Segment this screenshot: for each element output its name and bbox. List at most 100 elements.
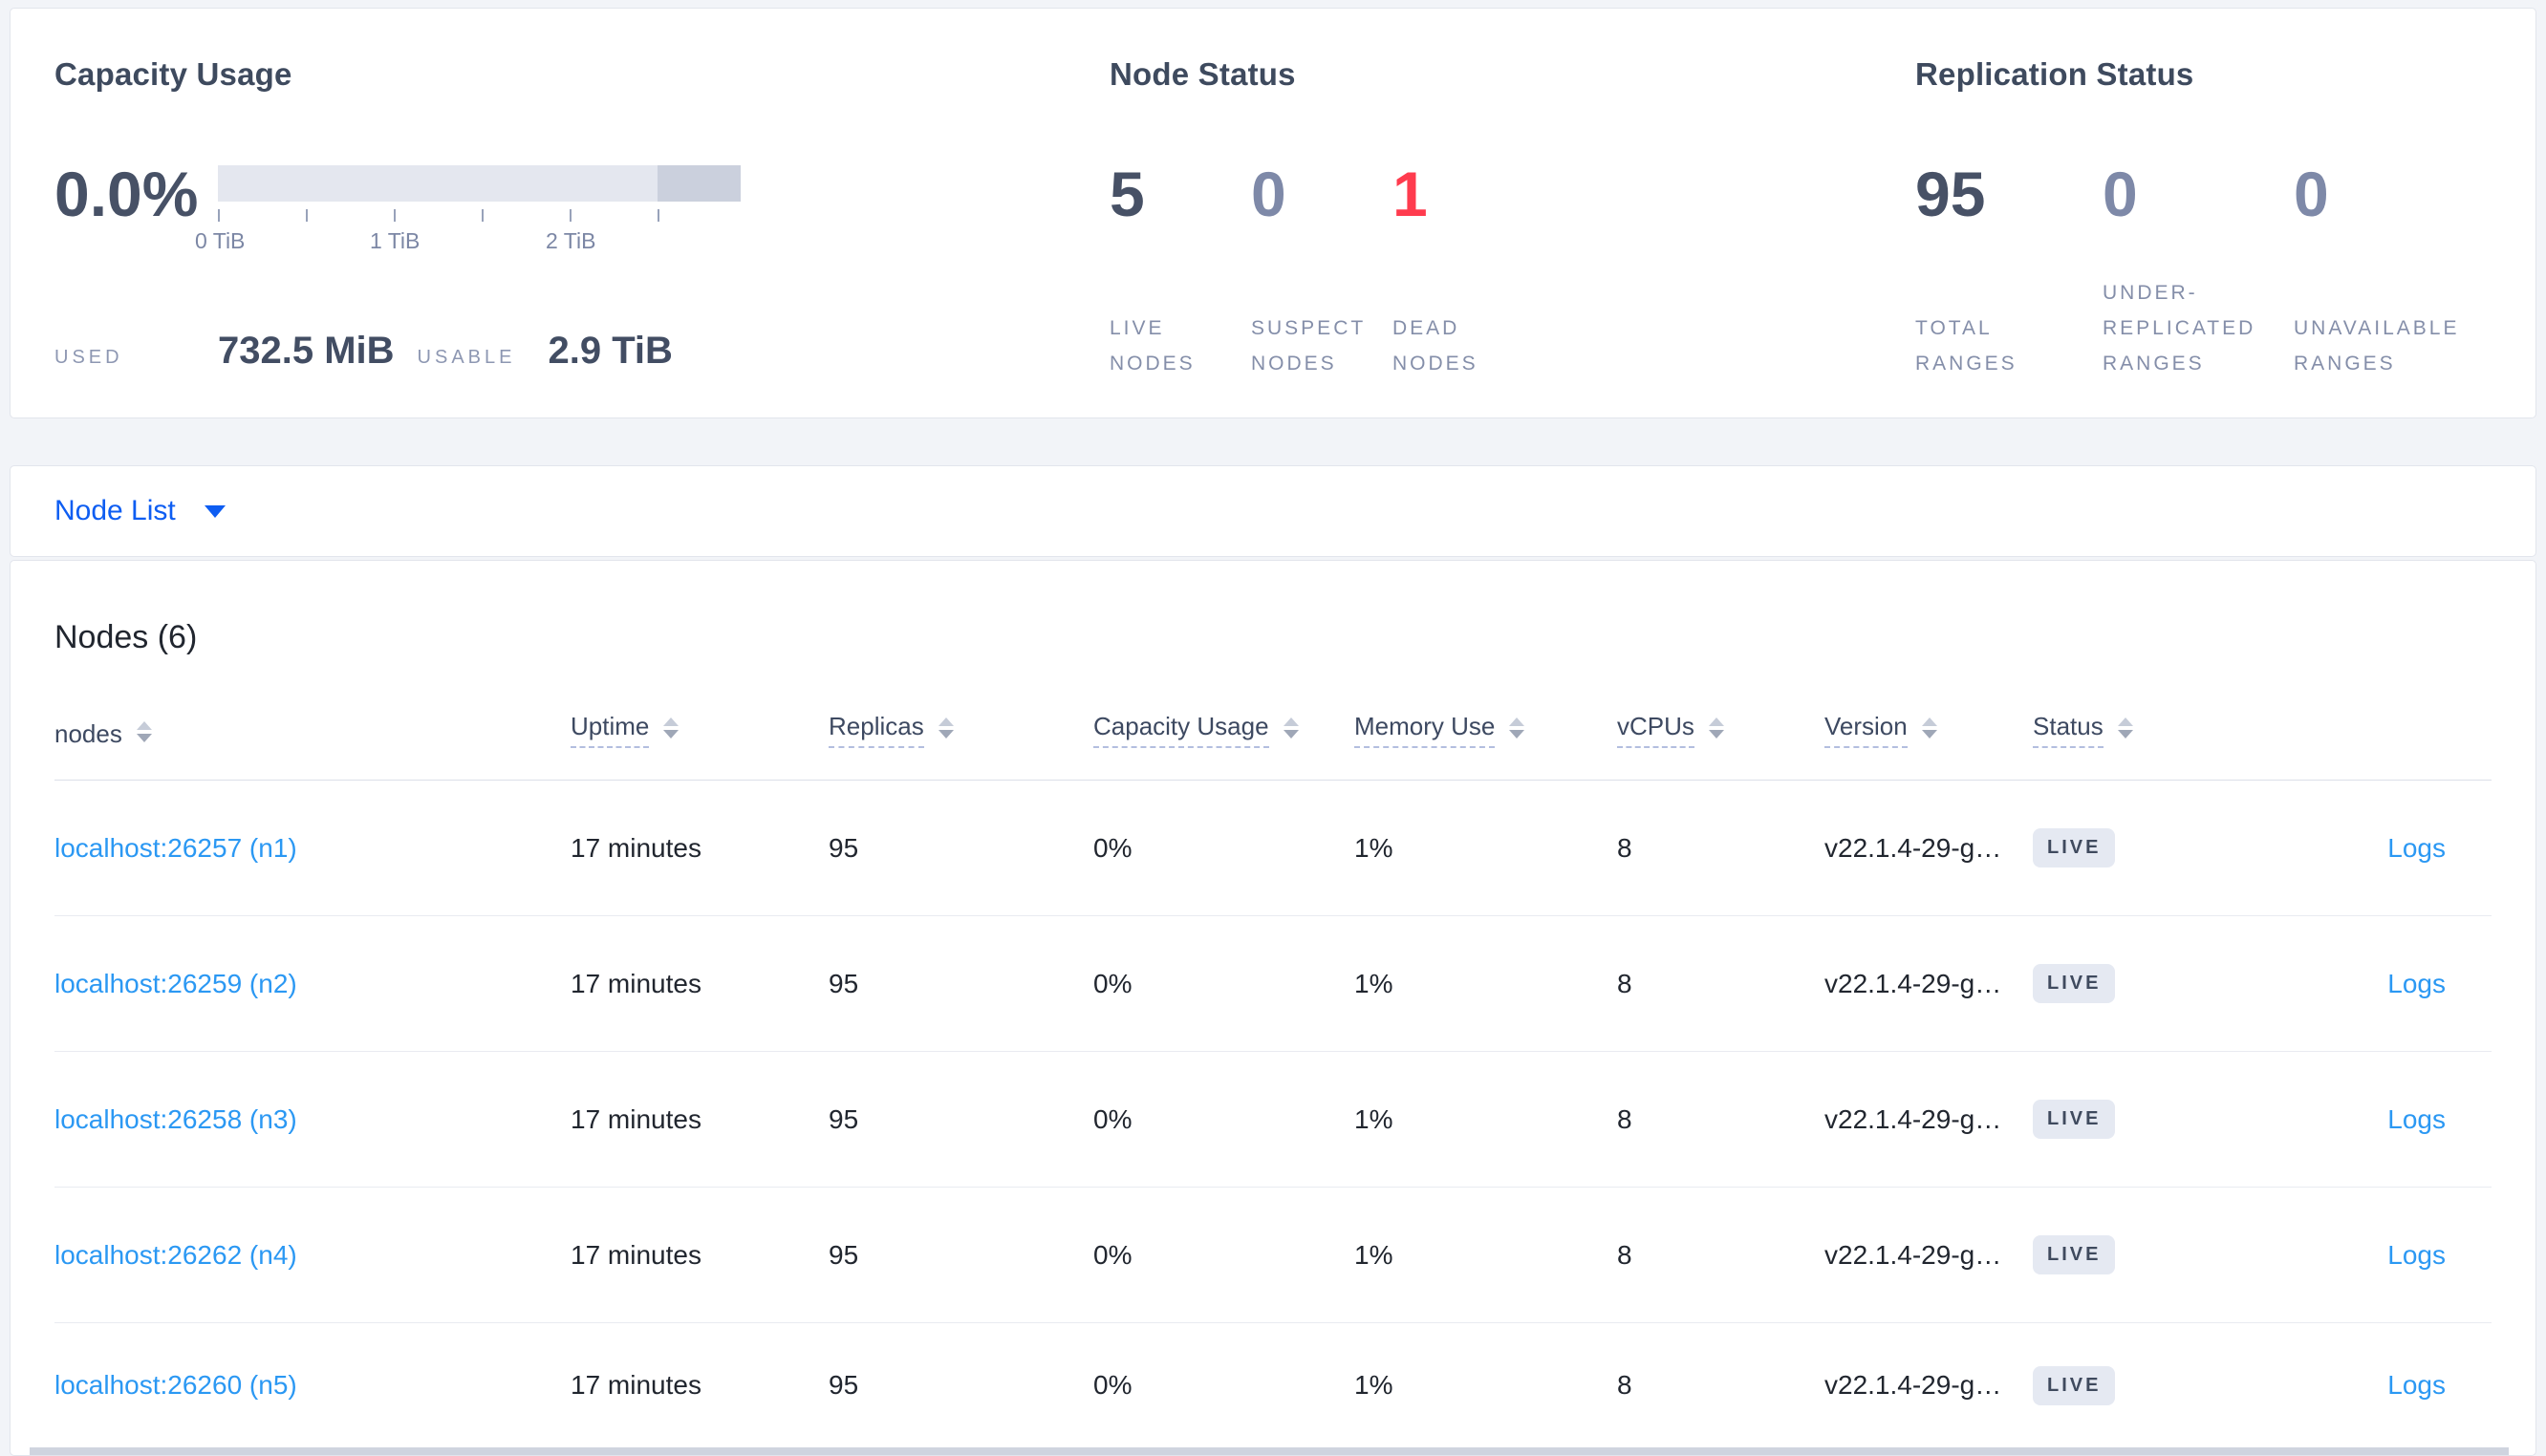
unavailable-ranges-stat: 0 UNAVAILABLE RANGES — [2294, 161, 2494, 381]
status-badge: LIVE — [2033, 1365, 2116, 1405]
vcpus-cell: 8 — [1617, 1370, 1632, 1400]
live-nodes-value: 5 — [1110, 159, 1145, 229]
capacity-cell: 0% — [1093, 1239, 1133, 1270]
vcpus-cell: 8 — [1617, 1239, 1632, 1270]
replication-status-section: Replication Status 95 TOTAL RANGES 0 UND… — [1915, 9, 2508, 418]
nodes-table-card: Nodes (6) nodes Uptime Replicas Capacity… — [10, 560, 2536, 1456]
live-nodes-stat: 5 LIVE NODES — [1110, 161, 1251, 381]
capacity-axis-labels: 0 TiB 1 TiB 2 TiB — [195, 228, 741, 257]
capacity-usage-title: Capacity Usage — [54, 56, 292, 92]
under-replicated-ranges-stat: 0 UNDER-REPLICATED RANGES — [2103, 161, 2294, 381]
total-ranges-label: TOTAL RANGES — [1915, 317, 2017, 375]
node-status-section: Node Status 5 LIVE NODES 0 SUSPECT NODES… — [1110, 9, 1702, 418]
logs-link[interactable]: Logs — [2387, 969, 2446, 998]
sort-icon — [1708, 717, 1724, 739]
total-ranges-value: 95 — [1915, 159, 1986, 229]
sort-icon — [136, 721, 152, 742]
column-header-memory-use[interactable]: Memory Use — [1354, 712, 1617, 748]
node-list-dropdown[interactable]: Node List — [54, 495, 226, 527]
node-link[interactable]: localhost:26257 (n1) — [54, 833, 297, 863]
column-header-nodes[interactable]: nodes — [54, 719, 571, 748]
sort-icon — [663, 717, 680, 739]
memory-cell: 1% — [1354, 968, 1393, 998]
uptime-cell: 17 minutes — [571, 832, 701, 863]
node-link[interactable]: localhost:26258 (n3) — [54, 1104, 297, 1134]
nodes-heading: Nodes (6) — [54, 619, 198, 655]
sort-icon — [1283, 717, 1299, 739]
capacity-cell: 0% — [1093, 832, 1133, 863]
logs-link[interactable]: Logs — [2387, 833, 2446, 863]
status-badge: LIVE — [2033, 964, 2116, 1003]
unavailable-ranges-label: UNAVAILABLE RANGES — [2294, 317, 2460, 375]
node-link[interactable]: localhost:26259 (n2) — [54, 969, 297, 998]
column-header-uptime[interactable]: Uptime — [571, 712, 829, 748]
node-status-title: Node Status — [1110, 56, 1296, 92]
status-badge: LIVE — [2033, 1235, 2116, 1274]
usable-label: USABLE — [417, 347, 516, 368]
capacity-percent-value: 0.0% — [54, 159, 199, 229]
under-replicated-ranges-label: UNDER-REPLICATED RANGES — [2103, 282, 2256, 375]
status-badge: LIVE — [2033, 1100, 2116, 1139]
version-cell: v22.1.4-29-g… — [1824, 1370, 2002, 1400]
column-header-replicas[interactable]: Replicas — [829, 712, 1093, 748]
node-list-dropdown-label: Node List — [54, 495, 176, 526]
vcpus-cell: 8 — [1617, 1103, 1632, 1134]
suspect-nodes-value: 0 — [1251, 159, 1286, 229]
sort-icon — [2117, 717, 2133, 739]
used-label: USED — [54, 347, 123, 368]
version-cell: v22.1.4-29-g… — [1824, 968, 2002, 998]
capacity-bar-reserved-segment — [658, 165, 741, 202]
replicas-cell: 95 — [829, 1239, 859, 1270]
version-cell: v22.1.4-29-g… — [1824, 1239, 2002, 1270]
capacity-usage-section: Capacity Usage 0.0% 0 TiB 1 TiB 2 TiB US… — [54, 9, 915, 418]
logs-link[interactable]: Logs — [2387, 1370, 2446, 1400]
total-ranges-stat: 95 TOTAL RANGES — [1915, 161, 2103, 381]
cluster-overview-page: Capacity Usage 0.0% 0 TiB 1 TiB 2 TiB US… — [0, 0, 2546, 1456]
replicas-cell: 95 — [829, 832, 859, 863]
vcpus-cell: 8 — [1617, 968, 1632, 998]
axis-label-1tib: 1 TiB — [369, 228, 421, 253]
column-header-status[interactable]: Status — [2033, 712, 2276, 748]
capacity-usage-values: USED 732.5 MiB USABLE 2.9 TiB — [54, 330, 673, 373]
memory-cell: 1% — [1354, 1239, 1393, 1270]
uptime-cell: 17 minutes — [571, 1239, 701, 1270]
logs-link[interactable]: Logs — [2387, 1104, 2446, 1134]
chevron-down-icon — [204, 504, 226, 518]
replicas-cell: 95 — [829, 1370, 859, 1400]
table-row: localhost:26258 (n3) 17 minutes 95 0% 1%… — [54, 1052, 2492, 1188]
column-header-capacity-usage[interactable]: Capacity Usage — [1093, 712, 1354, 748]
dead-nodes-value: 1 — [1392, 159, 1428, 229]
usable-value: 2.9 TiB — [548, 330, 673, 372]
dead-nodes-label: DEAD NODES — [1392, 317, 1478, 375]
capacity-cell: 0% — [1093, 1370, 1133, 1400]
column-header-vcpus[interactable]: vCPUs — [1617, 712, 1824, 748]
logs-link[interactable]: Logs — [2387, 1240, 2446, 1270]
capacity-cell: 0% — [1093, 968, 1133, 998]
memory-cell: 1% — [1354, 1370, 1393, 1400]
live-nodes-label: LIVE NODES — [1110, 317, 1196, 375]
capacity-gauge: 0.0% 0 TiB 1 TiB 2 TiB — [54, 161, 741, 257]
status-badge: LIVE — [2033, 828, 2116, 867]
under-replicated-ranges-value: 0 — [2103, 159, 2138, 229]
table-row: localhost:26262 (n4) 17 minutes 95 0% 1%… — [54, 1188, 2492, 1323]
sort-icon — [1509, 717, 1525, 739]
replicas-cell: 95 — [829, 1103, 859, 1134]
cluster-summary-panel: Capacity Usage 0.0% 0 TiB 1 TiB 2 TiB US… — [10, 8, 2536, 418]
node-link[interactable]: localhost:26262 (n4) — [54, 1240, 297, 1270]
unavailable-ranges-value: 0 — [2294, 159, 2329, 229]
vcpus-cell: 8 — [1617, 832, 1632, 863]
axis-label-0tib: 0 TiB — [194, 228, 246, 253]
uptime-cell: 17 minutes — [571, 1103, 701, 1134]
sort-icon — [1921, 717, 1937, 739]
version-cell: v22.1.4-29-g… — [1824, 832, 2002, 863]
table-row: localhost:26257 (n1) 17 minutes 95 0% 1%… — [54, 781, 2492, 916]
axis-label-2tib: 2 TiB — [546, 228, 596, 253]
uptime-cell: 17 minutes — [571, 1370, 701, 1400]
table-row: localhost:26259 (n2) 17 minutes 95 0% 1%… — [54, 916, 2492, 1052]
dead-nodes-stat: 1 DEAD NODES — [1392, 161, 1534, 381]
table-row: localhost:26260 (n5) 17 minutes 95 0% 1%… — [54, 1323, 2492, 1447]
replicas-cell: 95 — [829, 968, 859, 998]
used-value: 732.5 MiB — [218, 330, 395, 372]
node-link[interactable]: localhost:26260 (n5) — [54, 1370, 297, 1400]
column-header-version[interactable]: Version — [1824, 712, 2033, 748]
